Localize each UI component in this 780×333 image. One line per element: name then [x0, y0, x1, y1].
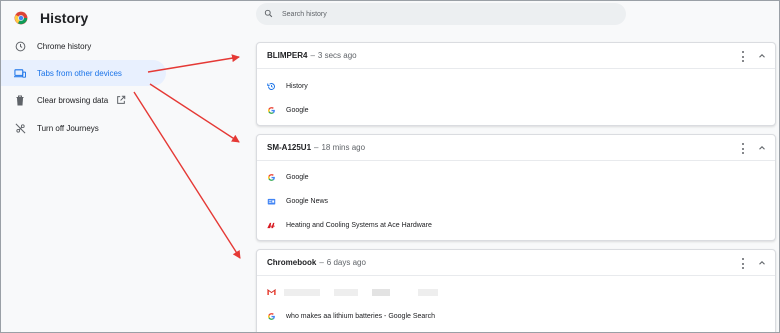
redacted-text	[334, 288, 358, 296]
external-link-icon	[116, 95, 126, 105]
more-options-icon[interactable]	[741, 258, 745, 269]
google-icon	[267, 312, 276, 321]
history-icon	[267, 82, 276, 91]
device-header: BLIMPER4 – 3 secs ago	[257, 43, 775, 69]
tab-title: Google	[286, 106, 309, 114]
device-card-blimper4: BLIMPER4 – 3 secs ago History Google	[256, 42, 776, 126]
device-name: Chromebook	[267, 258, 317, 267]
tab-row[interactable]	[257, 280, 775, 304]
separator: –	[319, 258, 324, 267]
redacted-text	[284, 288, 320, 296]
device-card-sm-a125u1: SM-A125U1 – 18 mins ago Google Google Ne…	[256, 134, 776, 241]
trash-icon	[14, 94, 26, 106]
tab-title: who makes aa lithium batteries - Google …	[286, 312, 436, 320]
journeys-off-icon	[14, 122, 26, 134]
tab-title: History	[286, 82, 308, 90]
separator: –	[310, 51, 315, 60]
search-placeholder: Search history	[282, 10, 327, 18]
chrome-logo-icon	[14, 11, 28, 25]
gmail-icon	[267, 288, 276, 297]
tab-title: Google	[286, 173, 309, 181]
device-name: SM-A125U1	[267, 143, 312, 152]
device-header: SM-A125U1 – 18 mins ago	[257, 135, 775, 161]
sidebar-item-label: Tabs from other devices	[37, 68, 122, 78]
tab-row[interactable]: History	[257, 74, 775, 98]
page-title: History	[40, 10, 89, 26]
redacted-text	[372, 288, 390, 296]
chevron-up-icon[interactable]	[757, 143, 767, 153]
sidebar-item-clear-browsing-data[interactable]: Clear browsing data	[0, 87, 166, 113]
sidebar: History Chrome history Tabs from other d…	[0, 0, 168, 333]
tab-title: Heating and Cooling Systems at Ace Hardw…	[286, 221, 432, 229]
sidebar-item-tabs-from-other-devices[interactable]: Tabs from other devices	[0, 60, 166, 86]
ace-hardware-icon	[267, 221, 276, 230]
sidebar-item-turn-off-journeys[interactable]: Turn off Journeys	[0, 115, 166, 141]
more-options-icon[interactable]	[741, 143, 745, 154]
chevron-up-icon[interactable]	[757, 51, 767, 61]
tab-row[interactable]: who makes aa lithium batteries - Google …	[257, 304, 775, 328]
device-last-active: 6 days ago	[326, 258, 366, 267]
devices-icon	[14, 67, 26, 79]
device-last-active: 3 secs ago	[317, 51, 357, 60]
tab-row[interactable]: Google	[257, 98, 775, 122]
tab-row[interactable]: Heating and Cooling Systems at Ace Hardw…	[257, 213, 775, 237]
tab-row[interactable]: Google News	[257, 189, 775, 213]
search-input[interactable]: Search history	[256, 3, 626, 25]
device-last-active: 18 mins ago	[321, 143, 366, 152]
redacted-text	[418, 288, 438, 296]
brand: History	[14, 10, 88, 26]
clock-icon	[14, 40, 26, 52]
tab-title: Google News	[286, 197, 329, 205]
sidebar-item-chrome-history[interactable]: Chrome history	[0, 33, 166, 59]
sidebar-item-label: Clear browsing data	[37, 95, 109, 105]
tab-row[interactable]: Google	[257, 165, 775, 189]
sidebar-item-label: Chrome history	[37, 41, 92, 51]
sidebar-item-label: Turn off Journeys	[37, 123, 99, 133]
device-card-chromebook: Chromebook – 6 days ago who makes aa lit…	[256, 249, 776, 333]
device-header: Chromebook – 6 days ago	[257, 250, 775, 276]
device-name: BLIMPER4	[267, 51, 308, 60]
google-icon	[267, 173, 276, 182]
google-icon	[267, 106, 276, 115]
separator: –	[314, 143, 319, 152]
google-news-icon	[267, 197, 276, 206]
more-options-icon[interactable]	[741, 51, 745, 62]
chevron-up-icon[interactable]	[757, 258, 767, 268]
search-icon	[264, 5, 273, 23]
